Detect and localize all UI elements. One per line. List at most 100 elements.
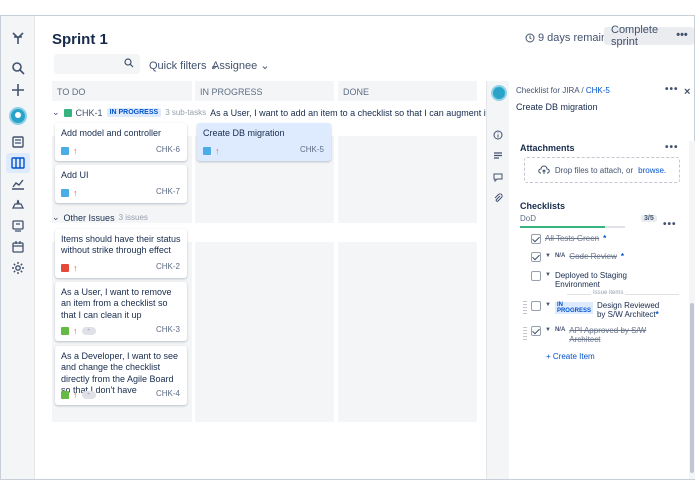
- releases-icon[interactable]: [10, 197, 26, 213]
- caret-down-icon[interactable]: ▼: [545, 327, 551, 333]
- drag-handle-icon[interactable]: [523, 327, 527, 341]
- estimate-pill: -: [81, 391, 96, 399]
- drop-text: Drop files to attach, or: [554, 165, 634, 175]
- calendar-icon[interactable]: [10, 239, 26, 255]
- story-type-icon: [63, 108, 72, 117]
- card-chk-7[interactable]: Add UI ↑ CHK-7: [55, 165, 187, 203]
- close-icon[interactable]: ×: [684, 86, 690, 98]
- story-type-icon: [61, 391, 69, 399]
- card-chk-6[interactable]: Add model and controller ↑ CHK-6: [55, 123, 187, 161]
- column-header-todo: TO DO: [52, 81, 192, 101]
- issue-count: 3 issues: [118, 213, 148, 222]
- column-inprogress-lane2: [195, 242, 334, 422]
- checklist-item[interactable]: ▼ Deployed to Staging Environment: [531, 271, 641, 289]
- components-icon[interactable]: [10, 218, 26, 234]
- checklist-count-badge: 3/5: [641, 215, 657, 222]
- card-chk-4[interactable]: As a Developer, I want to see and change…: [55, 346, 187, 405]
- caret-down-icon[interactable]: ▼: [545, 253, 551, 259]
- chevron-down-icon: ⌄: [260, 60, 270, 72]
- page-title: Sprint 1: [52, 31, 108, 48]
- description-icon[interactable]: [493, 151, 503, 161]
- global-nav: [1, 16, 35, 479]
- checkbox-checked[interactable]: [531, 252, 541, 262]
- panel-more-button[interactable]: •••: [665, 84, 679, 95]
- card-title: As a User, I want to remove an item from…: [61, 287, 172, 320]
- jira-logo-icon[interactable]: [10, 30, 26, 46]
- card-key: CHK-2: [155, 262, 180, 271]
- checklist-progress-track: [605, 226, 625, 228]
- checklist-item[interactable]: ▼ IN PROGRESS Design Reviewed by S/W Arc…: [531, 301, 661, 319]
- assignee-label: Assignee: [212, 60, 258, 72]
- board-more-button[interactable]: •••: [672, 27, 692, 45]
- card-meta: ↑ -: [61, 391, 96, 400]
- card-chk-3[interactable]: As a User, I want to remove an item from…: [55, 282, 187, 341]
- detail-side-toolbar: [487, 81, 509, 479]
- chevron-down-icon[interactable]: ⌄: [52, 107, 60, 118]
- swimlane-summary: As a User, I want to add an item to a ch…: [210, 107, 489, 118]
- swimlane-other-header[interactable]: ⌄ Other Issues 3 issues: [52, 212, 148, 223]
- info-icon[interactable]: [493, 130, 503, 140]
- checklist-item[interactable]: ▼ N/A API Approved by S/W Architect: [531, 326, 661, 344]
- task-type-icon: [203, 147, 211, 155]
- priority-high-icon: ↑: [73, 188, 78, 198]
- chevron-down-icon[interactable]: ⌄: [52, 212, 60, 223]
- breadcrumb-issue-link[interactable]: CHK-5: [586, 86, 610, 95]
- settings-gear-icon[interactable]: [10, 260, 26, 276]
- breadcrumb: Checklist for JIRA / CHK-5: [516, 86, 610, 95]
- drag-handle-icon[interactable]: [523, 301, 527, 315]
- create-plus-icon[interactable]: [10, 82, 26, 98]
- attachment-dropzone[interactable]: Drop files to attach, or browse.: [524, 157, 680, 183]
- quick-filters-dropdown[interactable]: Quick filters ⌄: [149, 59, 219, 72]
- checklist-item-label: Design Reviewed by S/W Architect*: [597, 301, 661, 319]
- attachment-paperclip-icon[interactable]: [493, 193, 503, 203]
- comment-icon[interactable]: [493, 172, 503, 182]
- checkbox-unchecked[interactable]: [531, 271, 541, 281]
- item-status-badge: N/A: [554, 327, 566, 333]
- issue-detail-panel: Checklist for JIRA / CHK-5 Create DB mig…: [486, 81, 695, 479]
- card-meta: ↑: [203, 146, 220, 156]
- card-key: CHK-3: [155, 325, 180, 334]
- checklist-item-text: Design Reviewed by S/W Architect: [596, 301, 660, 319]
- checkbox-unchecked[interactable]: [531, 301, 541, 311]
- app-frame: Sprint 1 9 days remaining Complete sprin…: [0, 15, 695, 480]
- checklist-item[interactable]: ▼ N/A Code Review *: [531, 252, 624, 262]
- checklist-item-label: Code Review: [569, 252, 617, 261]
- checklist-name[interactable]: DoD: [520, 214, 536, 223]
- priority-high-icon: ↑: [215, 146, 220, 156]
- card-key: CHK-7: [155, 187, 180, 196]
- assignee-dropdown[interactable]: Assignee ⌄: [212, 59, 270, 72]
- swimlane-story-header[interactable]: ⌄ CHK-1 IN PROGRESS 3 sub-tasks As a Use…: [52, 107, 488, 118]
- reports-icon[interactable]: [10, 176, 26, 192]
- checklist-item-label: All Tests Green: [545, 234, 600, 243]
- search-icon: [124, 58, 134, 68]
- board-search-input[interactable]: [54, 54, 140, 74]
- item-status-badge: N/A: [554, 253, 566, 259]
- checklist-item[interactable]: All Tests Green *: [531, 234, 606, 244]
- scrollbar-thumb[interactable]: [690, 303, 694, 473]
- project-avatar[interactable]: [9, 107, 27, 125]
- card-meta: ↑: [61, 264, 78, 273]
- caret-down-icon[interactable]: ▼: [545, 302, 551, 308]
- card-chk-2[interactable]: Items should have their status without s…: [55, 229, 187, 278]
- card-title: Items should have their status without s…: [61, 234, 181, 256]
- checkbox-checked[interactable]: [531, 234, 541, 244]
- attachments-more-button[interactable]: •••: [665, 142, 679, 153]
- caret-down-icon[interactable]: ▼: [545, 272, 551, 278]
- backlog-icon[interactable]: [10, 134, 26, 150]
- search-icon[interactable]: [10, 60, 26, 76]
- breadcrumb-app: Checklist for JIRA: [516, 86, 580, 95]
- card-title: Add UI: [61, 170, 89, 180]
- status-badge: IN PROGRESS: [106, 108, 162, 117]
- checkbox-checked[interactable]: [531, 326, 541, 336]
- estimate-pill: -: [81, 327, 96, 335]
- create-item-link[interactable]: + Create Item: [546, 352, 595, 361]
- card-meta: ↑: [61, 188, 78, 198]
- checklist-app-avatar: [491, 85, 507, 101]
- browse-link[interactable]: browse.: [638, 166, 666, 175]
- card-chk-5[interactable]: Create DB migration ↑ CHK-5: [197, 123, 331, 161]
- board-icon[interactable]: [10, 155, 26, 171]
- checklist-more-button[interactable]: •••: [663, 219, 677, 230]
- column-header-inprogress: IN PROGRESS: [195, 81, 334, 101]
- priority-high-icon: ↑: [73, 146, 78, 156]
- upload-cloud-icon: [538, 165, 550, 174]
